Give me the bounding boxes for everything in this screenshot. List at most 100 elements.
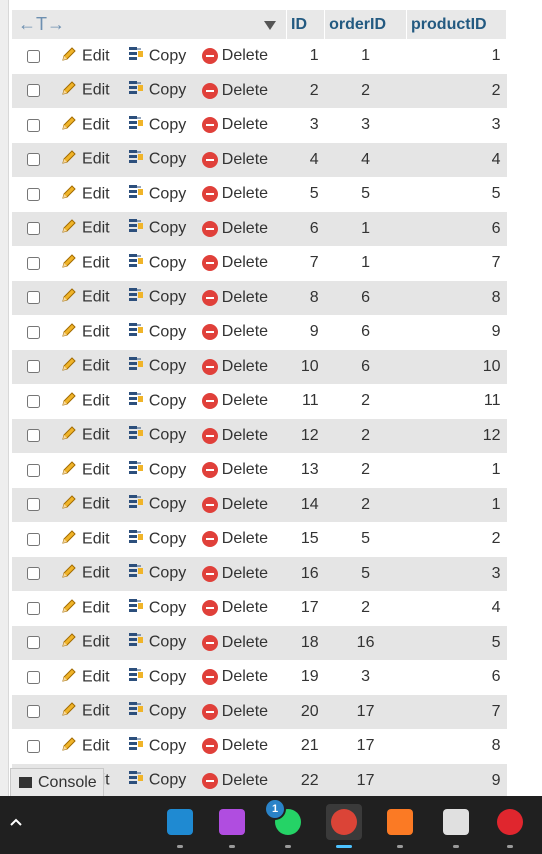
delete-label[interactable]: Delete: [222, 737, 268, 754]
copy-action[interactable]: Copy: [126, 280, 202, 315]
copy-label[interactable]: Copy: [149, 392, 186, 409]
copy-action[interactable]: Copy: [126, 556, 202, 591]
row-checkbox[interactable]: [26, 429, 40, 443]
copy-action[interactable]: Copy: [126, 729, 202, 764]
phpstorm-taskbar-button[interactable]: [214, 804, 250, 840]
edit-label[interactable]: Edit: [82, 392, 110, 409]
copy-label[interactable]: Copy: [149, 358, 186, 375]
delete-label[interactable]: Delete: [222, 703, 268, 720]
delete-action[interactable]: Delete: [201, 487, 287, 522]
console-tab[interactable]: Console: [10, 768, 104, 796]
edit-label[interactable]: Edit: [82, 496, 110, 513]
copy-action[interactable]: Copy: [126, 315, 202, 350]
delete-action[interactable]: Delete: [201, 211, 287, 246]
copy-action[interactable]: Copy: [126, 763, 202, 796]
copy-action[interactable]: Copy: [126, 453, 202, 488]
copy-label[interactable]: Copy: [149, 47, 186, 64]
copy-action[interactable]: Copy: [126, 384, 202, 419]
delete-action[interactable]: Delete: [201, 246, 287, 281]
copy-action[interactable]: Copy: [126, 694, 202, 729]
delete-action[interactable]: Delete: [201, 142, 287, 177]
delete-action[interactable]: Delete: [201, 522, 287, 557]
delete-label[interactable]: Delete: [222, 496, 268, 513]
column-header-id[interactable]: ID: [286, 10, 326, 39]
copy-label[interactable]: Copy: [149, 634, 186, 651]
edit-label[interactable]: Edit: [82, 599, 110, 616]
delete-action[interactable]: Delete: [201, 280, 287, 315]
copy-action[interactable]: Copy: [126, 211, 202, 246]
copy-action[interactable]: Copy: [126, 177, 202, 212]
delete-label[interactable]: Delete: [222, 289, 268, 306]
row-checkbox[interactable]: [26, 463, 40, 477]
edit-label[interactable]: Edit: [82, 634, 110, 651]
copy-action[interactable]: Copy: [126, 522, 202, 557]
row-checkbox[interactable]: [26, 636, 40, 650]
edit-label[interactable]: Edit: [82, 220, 110, 237]
delete-label[interactable]: Delete: [222, 427, 268, 444]
copy-action[interactable]: Copy: [126, 591, 202, 626]
edit-action[interactable]: Edit: [54, 280, 127, 315]
edit-label[interactable]: Edit: [82, 323, 110, 340]
edit-action[interactable]: Edit: [54, 591, 127, 626]
edit-label[interactable]: Edit: [82, 530, 110, 547]
row-checkbox[interactable]: [26, 291, 40, 305]
delete-label[interactable]: Delete: [222, 47, 268, 64]
delete-label[interactable]: Delete: [222, 392, 268, 409]
edit-label[interactable]: Edit: [82, 703, 110, 720]
row-checkbox[interactable]: [26, 325, 40, 339]
edit-label[interactable]: Edit: [82, 47, 110, 64]
delete-label[interactable]: Delete: [222, 565, 268, 582]
copy-action[interactable]: Copy: [126, 625, 202, 660]
edit-action[interactable]: Edit: [54, 418, 127, 453]
delete-action[interactable]: Delete: [201, 349, 287, 384]
copy-label[interactable]: Copy: [149, 427, 186, 444]
edit-label[interactable]: Edit: [82, 151, 110, 168]
row-checkbox[interactable]: [26, 705, 40, 719]
row-checkbox[interactable]: [26, 498, 40, 512]
copy-label[interactable]: Copy: [149, 737, 186, 754]
column-resize-arrows[interactable]: ←T→: [18, 14, 65, 34]
edit-action[interactable]: Edit: [54, 625, 127, 660]
column-header-orderid[interactable]: orderID: [324, 10, 408, 39]
delete-label[interactable]: Delete: [222, 599, 268, 616]
edit-label[interactable]: Edit: [82, 461, 110, 478]
copy-label[interactable]: Copy: [149, 254, 186, 271]
edit-action[interactable]: Edit: [54, 660, 127, 695]
row-checkbox[interactable]: [26, 84, 40, 98]
edit-action[interactable]: Edit: [54, 108, 127, 143]
edit-action[interactable]: Edit: [54, 729, 127, 764]
row-checkbox[interactable]: [26, 567, 40, 581]
edit-action[interactable]: Edit: [54, 694, 127, 729]
copy-label[interactable]: Copy: [149, 82, 186, 99]
row-checkbox[interactable]: [26, 601, 40, 615]
copy-label[interactable]: Copy: [149, 220, 186, 237]
delete-label[interactable]: Delete: [222, 668, 268, 685]
column-header-productid[interactable]: productID: [406, 10, 507, 39]
edit-label[interactable]: Edit: [82, 254, 110, 271]
delete-action[interactable]: Delete: [201, 39, 287, 74]
edit-label[interactable]: Edit: [82, 668, 110, 685]
edit-label[interactable]: Edit: [82, 358, 110, 375]
delete-label[interactable]: Delete: [222, 185, 268, 202]
delete-action[interactable]: Delete: [201, 763, 287, 796]
copy-label[interactable]: Copy: [149, 565, 186, 582]
copy-action[interactable]: Copy: [126, 246, 202, 281]
delete-label[interactable]: Delete: [222, 151, 268, 168]
edit-action[interactable]: Edit: [54, 349, 127, 384]
copy-action[interactable]: Copy: [126, 487, 202, 522]
delete-action[interactable]: Delete: [201, 177, 287, 212]
delete-label[interactable]: Delete: [222, 772, 268, 789]
delete-label[interactable]: Delete: [222, 254, 268, 271]
edit-action[interactable]: Edit: [54, 315, 127, 350]
copy-label[interactable]: Copy: [149, 703, 186, 720]
edit-action[interactable]: Edit: [54, 556, 127, 591]
copy-action[interactable]: Copy: [126, 142, 202, 177]
vscode-taskbar-button[interactable]: [162, 804, 198, 840]
row-checkbox[interactable]: [26, 187, 40, 201]
delete-action[interactable]: Delete: [201, 418, 287, 453]
delete-action[interactable]: Delete: [201, 694, 287, 729]
edit-label[interactable]: Edit: [82, 82, 110, 99]
edit-action[interactable]: Edit: [54, 73, 127, 108]
row-checkbox[interactable]: [26, 739, 40, 753]
delete-action[interactable]: Delete: [201, 108, 287, 143]
